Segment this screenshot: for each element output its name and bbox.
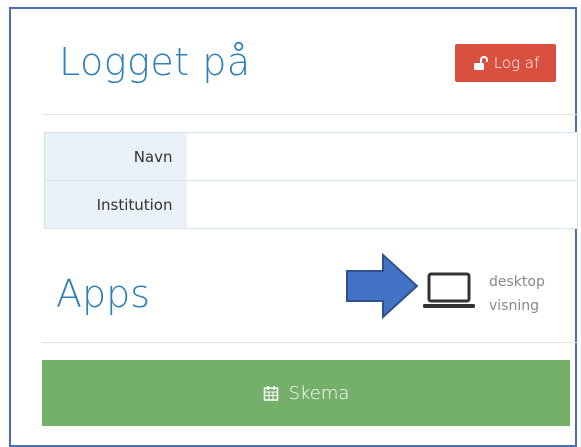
skema-button[interactable]: Skema [42, 360, 570, 426]
user-info-table: Navn Institution [44, 132, 578, 229]
institution-label: Institution [44, 180, 187, 229]
calendar-icon [263, 385, 279, 401]
laptop-icon[interactable] [421, 271, 477, 315]
divider-top [42, 114, 578, 115]
apps-heading: Apps [56, 272, 151, 316]
arrow-right-icon [345, 252, 419, 323]
desktop-view-line1: desktop [489, 274, 545, 290]
page-title-logged-in: Logget på [59, 40, 251, 84]
skema-label: Skema [288, 382, 350, 404]
institution-value [186, 180, 578, 229]
name-value [186, 132, 578, 181]
logout-label: Log af [493, 54, 540, 72]
logout-button[interactable]: Log af [455, 44, 556, 82]
name-label: Navn [44, 132, 187, 181]
unlock-icon [472, 55, 488, 71]
table-row: Institution [44, 180, 578, 229]
desktop-view-link[interactable]: desktop visning [489, 270, 561, 318]
divider-bottom [42, 342, 578, 343]
desktop-view-line2: visning [489, 298, 539, 314]
table-row: Navn [44, 132, 578, 181]
